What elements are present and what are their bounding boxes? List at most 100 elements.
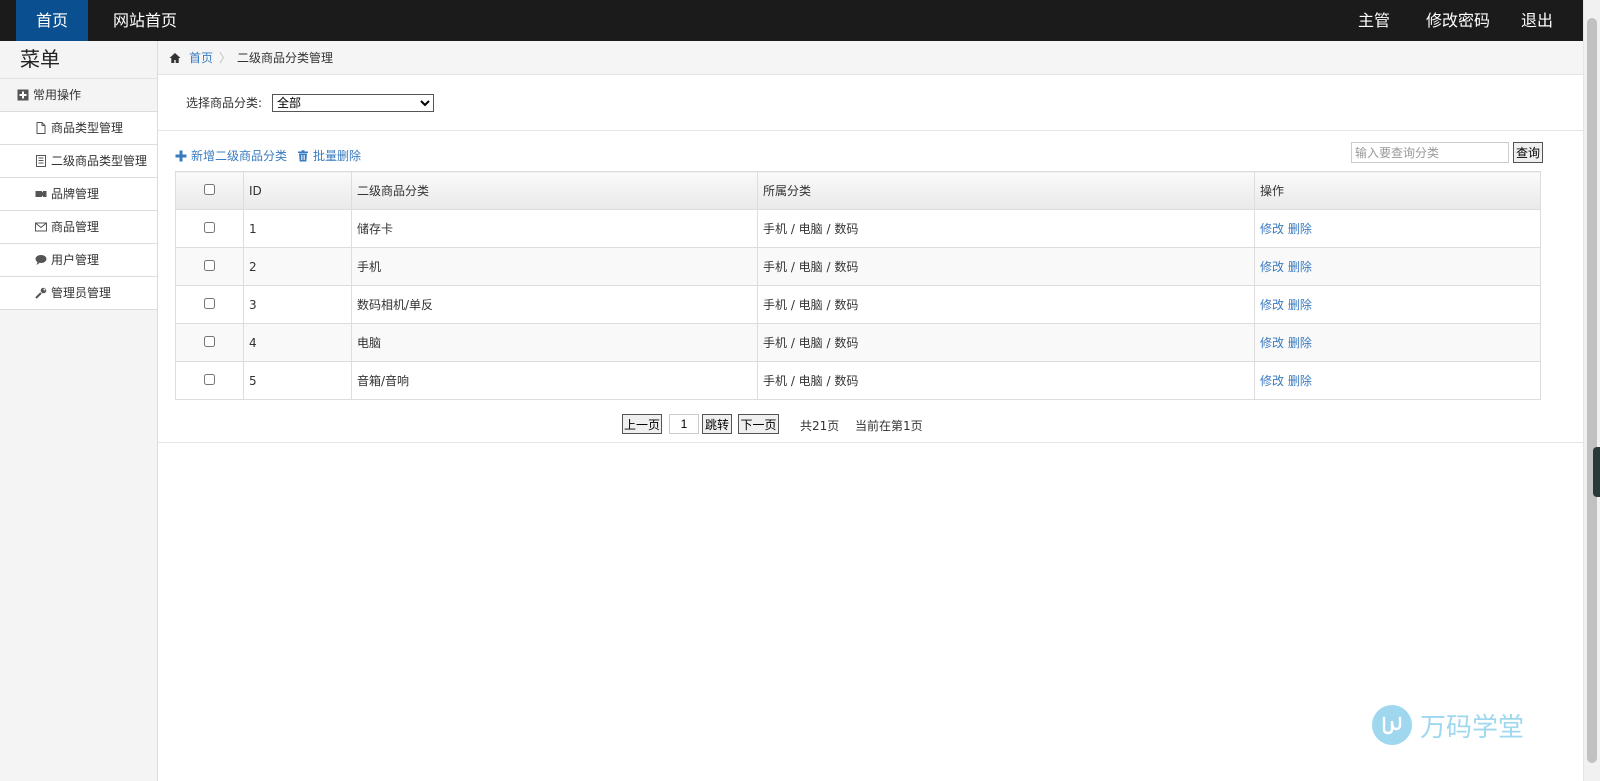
delete-link[interactable]: 删除: [1288, 298, 1312, 312]
tag-icon: [34, 188, 47, 201]
breadcrumb-home-link[interactable]: 首页: [189, 41, 213, 75]
sidebar-item-label: 商品类型管理: [51, 121, 124, 135]
sidebar-item-label: 用户管理: [51, 253, 100, 267]
cell-actions: 修改 删除: [1254, 285, 1541, 324]
row-checkbox-cell: [175, 285, 244, 324]
batch-delete-button[interactable]: 批量删除: [296, 147, 361, 164]
watermark: 万码学堂: [1372, 705, 1524, 745]
sidebar-item-admin[interactable]: 管理员管理: [0, 277, 157, 310]
row-checkbox-cell: [175, 323, 244, 362]
next-page-button[interactable]: 下一页: [738, 414, 779, 434]
sidebar-item-label: 品牌管理: [51, 187, 100, 201]
sidebar-item-label: 商品管理: [51, 220, 100, 234]
menu-title: 菜单: [0, 41, 157, 79]
plus-icon: [174, 149, 187, 162]
file-icon: [34, 122, 47, 135]
breadcrumb: 首页 〉 二级商品分类管理: [158, 41, 1583, 75]
breadcrumb-separator: 〉: [219, 50, 232, 65]
cell-parent: 手机 / 电脑 / 数码: [757, 361, 1255, 400]
select-all-cell: [175, 171, 244, 210]
edit-link[interactable]: 修改: [1260, 336, 1284, 350]
cell-name: 数码相机/单反: [351, 285, 758, 324]
cell-id: 1: [243, 209, 352, 248]
sidebar-item-label: 管理员管理: [51, 286, 112, 300]
sub-category-table: ID 二级商品分类 所属分类 操作 1 储存卡 手机 / 电脑 / 数码 修改 …: [175, 171, 1541, 400]
wrench-icon: [34, 287, 47, 300]
add-sub-category-button[interactable]: 新增二级商品分类: [174, 147, 287, 164]
cell-id: 5: [243, 361, 352, 400]
trash-icon: [296, 149, 309, 162]
top-navbar: 首页 网站首页 主管 修改密码 退出: [0, 0, 1583, 41]
header-sub-category: 二级商品分类: [351, 171, 758, 210]
sidebar-item-product[interactable]: 商品管理: [0, 211, 157, 244]
sidebar-item-user[interactable]: 用户管理: [0, 244, 157, 277]
cell-id: 2: [243, 247, 352, 286]
header-parent-category: 所属分类: [757, 171, 1255, 210]
header-id: ID: [243, 171, 352, 210]
row-checkbox-cell: [175, 209, 244, 248]
scrollbar-thumb[interactable]: [1587, 18, 1597, 763]
search-button[interactable]: 查询: [1513, 142, 1543, 163]
action-toolbar: 新增二级商品分类 批量删除 查询: [158, 131, 1583, 173]
list-icon: [34, 155, 47, 168]
home-icon: [168, 51, 181, 64]
edit-link[interactable]: 修改: [1260, 374, 1284, 388]
nav-change-password[interactable]: 修改密码: [1418, 0, 1498, 41]
cell-parent: 手机 / 电脑 / 数码: [757, 247, 1255, 286]
cell-id: 4: [243, 323, 352, 362]
nav-logout[interactable]: 退出: [1512, 0, 1562, 41]
category-filter: 选择商品分类: 全部: [158, 75, 1583, 131]
cell-actions: 修改 删除: [1254, 209, 1541, 248]
row-checkbox[interactable]: [204, 335, 215, 347]
jump-button[interactable]: 跳转: [702, 414, 732, 434]
edit-link[interactable]: 修改: [1260, 298, 1284, 312]
delete-link[interactable]: 删除: [1288, 336, 1312, 350]
add-sub-category-label: 新增二级商品分类: [191, 149, 288, 163]
pagination: 上一页 跳转 下一页 共21页 当前在第1页: [158, 414, 1583, 443]
delete-link[interactable]: 删除: [1288, 260, 1312, 274]
sidebar-item-sub-category[interactable]: 二级商品类型管理: [0, 145, 157, 178]
row-checkbox-cell: [175, 361, 244, 400]
table-row: 2 手机 手机 / 电脑 / 数码 修改 删除: [175, 247, 1541, 286]
nav-user[interactable]: 主管: [1349, 0, 1399, 41]
table-row: 1 储存卡 手机 / 电脑 / 数码 修改 删除: [175, 209, 1541, 248]
delete-link[interactable]: 删除: [1288, 374, 1312, 388]
table-header-row: ID 二级商品分类 所属分类 操作: [175, 171, 1541, 210]
cell-name: 手机: [351, 247, 758, 286]
table-row: 3 数码相机/单反 手机 / 电脑 / 数码 修改 删除: [175, 285, 1541, 324]
row-checkbox[interactable]: [204, 373, 215, 385]
sidebar: 菜单 常用操作 商品类型管理 二级商品类型管理 品牌管理 商品管理 用户管理 管…: [0, 41, 158, 781]
delete-link[interactable]: 删除: [1288, 222, 1312, 236]
category-select[interactable]: 全部: [272, 93, 435, 112]
search-input[interactable]: [1351, 142, 1509, 163]
edit-link[interactable]: 修改: [1260, 260, 1284, 274]
row-checkbox[interactable]: [204, 259, 215, 271]
prev-page-button[interactable]: 上一页: [622, 414, 662, 434]
select-all-checkbox[interactable]: [204, 183, 215, 195]
sidebar-item-brand[interactable]: 品牌管理: [0, 178, 157, 211]
row-checkbox[interactable]: [204, 297, 215, 309]
cell-parent: 手机 / 电脑 / 数码: [757, 323, 1255, 362]
row-checkbox[interactable]: [204, 221, 215, 233]
menu-group-common[interactable]: 常用操作: [0, 79, 157, 112]
mail-icon: [34, 221, 47, 234]
cell-actions: 修改 删除: [1254, 361, 1541, 400]
sidebar-item-label: 二级商品类型管理: [51, 154, 148, 168]
total-pages: 共21页: [800, 419, 840, 433]
page-scrollbar[interactable]: [1583, 0, 1600, 781]
cell-name: 音箱/音响: [351, 361, 758, 400]
cell-parent: 手机 / 电脑 / 数码: [757, 285, 1255, 324]
cell-actions: 修改 删除: [1254, 247, 1541, 286]
page-number-input[interactable]: [669, 414, 699, 434]
sidebar-item-category[interactable]: 商品类型管理: [0, 112, 157, 145]
current-page: 当前在第1页: [855, 419, 923, 433]
chat-icon: [34, 254, 47, 267]
table-row: 4 电脑 手机 / 电脑 / 数码 修改 删除: [175, 323, 1541, 362]
brand-logo-icon: [1372, 705, 1412, 745]
menu-group-label: 常用操作: [33, 88, 82, 102]
edit-link[interactable]: 修改: [1260, 222, 1284, 236]
filter-label: 选择商品分类:: [186, 96, 263, 110]
side-grip-handle[interactable]: [1593, 447, 1600, 497]
nav-home[interactable]: 首页: [16, 0, 88, 41]
nav-site-home[interactable]: 网站首页: [100, 0, 190, 41]
